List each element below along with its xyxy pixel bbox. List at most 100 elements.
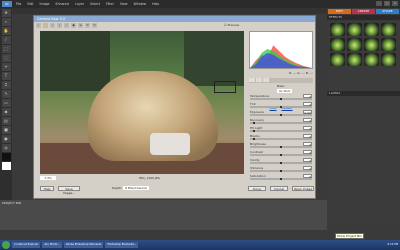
menu-enhance[interactable]: Enhance (56, 2, 70, 6)
slider-knob[interactable] (280, 161, 282, 164)
sponge-tool-icon[interactable]: ◍ (1, 144, 11, 152)
menu-view[interactable]: View (120, 2, 128, 6)
tab-basic[interactable] (249, 78, 255, 82)
tab-share[interactable]: SHARE (376, 9, 399, 14)
slider-value-input[interactable]: 0 (303, 150, 312, 155)
effect-thumbnail[interactable] (347, 38, 362, 51)
menu-help[interactable]: Help (152, 2, 159, 6)
depth-control[interactable]: Depth: 8 Bits/Channel (112, 186, 149, 190)
lasso-tool-icon[interactable]: ◌ (1, 54, 11, 62)
done-button[interactable]: Done (248, 186, 266, 191)
slider-knob[interactable] (280, 113, 282, 116)
tab-edit[interactable]: EDIT (328, 9, 351, 14)
slider-knob[interactable] (280, 177, 282, 180)
zoom-level[interactable]: 7.4% (40, 176, 56, 180)
cancel-button[interactable]: Cancel (270, 186, 288, 191)
start-button[interactable] (2, 241, 10, 249)
menu-select[interactable]: Select (90, 2, 100, 6)
layers-panel-header[interactable]: LAYERS (327, 91, 400, 96)
slider-knob[interactable] (280, 145, 282, 148)
slider-knob[interactable] (280, 97, 282, 100)
effect-thumbnail[interactable] (330, 38, 345, 51)
slider-track[interactable] (250, 122, 312, 124)
menu-image[interactable]: Image (40, 2, 50, 6)
depth-select[interactable]: 8 Bits/Channel (123, 186, 149, 190)
menu-layer[interactable]: Layer (75, 2, 84, 6)
taskbar-item[interactable]: Photoshop Elements... (105, 242, 139, 248)
effect-thumbnail[interactable] (381, 23, 396, 36)
marquee-tool-icon[interactable]: ⬚ (1, 45, 11, 53)
slider-value-input[interactable]: 0 (303, 174, 312, 179)
menu-filter[interactable]: Filter (106, 2, 114, 6)
menu-edit[interactable]: Edit (27, 2, 33, 6)
white-balance-icon[interactable]: ⁄ (50, 23, 55, 28)
effect-thumbnail[interactable] (364, 38, 379, 51)
shape-tool-icon[interactable]: ■ (1, 126, 11, 134)
crop-tool-icon[interactable]: ⌗ (1, 81, 11, 89)
menu-window[interactable]: Window (133, 2, 146, 6)
slider-knob[interactable] (280, 105, 282, 108)
slider-value-input[interactable]: 0 (303, 158, 312, 163)
menu-file[interactable]: File (16, 2, 21, 6)
move-tool-icon[interactable]: ✥ (1, 9, 11, 17)
taskbar-item[interactable]: ALL Photo... (42, 242, 62, 248)
tab-create[interactable]: CREATE (352, 9, 375, 14)
red-eye-icon[interactable]: ◉ (71, 23, 76, 28)
slider-track[interactable] (250, 138, 312, 140)
bucket-tool-icon[interactable]: ◆ (1, 108, 11, 116)
hand-tool-icon[interactable]: ✋ (1, 27, 11, 35)
slider-knob[interactable] (280, 169, 282, 172)
eraser-tool-icon[interactable]: ▭ (1, 99, 11, 107)
preview-checkbox[interactable]: ☑ Preview (224, 23, 239, 27)
taskbar-item[interactable]: Adobe Photoshop Elements (63, 242, 104, 248)
slider-value-input[interactable]: 0 (303, 134, 312, 139)
project-bin-label[interactable]: PROJECT BIN (2, 201, 21, 205)
save-image-button[interactable]: Save Image... (58, 186, 80, 195)
slider-track[interactable] (250, 130, 312, 132)
help-button[interactable]: Help (40, 186, 54, 191)
hand-icon[interactable]: ✋ (43, 23, 48, 28)
effect-thumbnail[interactable] (364, 53, 379, 66)
effect-thumbnail[interactable] (347, 23, 362, 36)
slider-value-input[interactable]: 0.00 (303, 110, 312, 115)
preferences-icon[interactable]: ≡ (78, 23, 83, 28)
open-image-button[interactable]: Open Image (292, 186, 314, 191)
text-tool-icon[interactable]: T (1, 72, 11, 80)
white-balance-select[interactable]: As Shot (277, 89, 293, 93)
rotate-right-icon[interactable]: ↻ (92, 23, 97, 28)
crop-icon[interactable]: ⌗ (57, 23, 62, 28)
slider-knob[interactable] (253, 129, 255, 132)
slider-value-input[interactable]: 0 (303, 126, 312, 131)
tab-camera-calibration[interactable] (263, 78, 269, 82)
effect-thumbnail[interactable] (381, 53, 396, 66)
slider-value-input[interactable]: 0 (303, 102, 312, 107)
straighten-icon[interactable]: ⟋ (64, 23, 69, 28)
gradient-tool-icon[interactable]: ▤ (1, 117, 11, 125)
taskbar-item[interactable]: 2 Internet Explorer (12, 242, 41, 248)
slider-value-input[interactable]: 0 (303, 118, 312, 123)
maximize-button[interactable]: □ (384, 1, 390, 6)
rotate-left-icon[interactable]: ↺ (85, 23, 90, 28)
close-button[interactable]: × (392, 1, 398, 6)
background-color-swatch[interactable] (1, 162, 11, 170)
minimize-button[interactable]: – (376, 1, 382, 6)
effect-thumbnail[interactable] (381, 38, 396, 51)
zoom-icon[interactable]: ⌕ (36, 23, 41, 28)
slider-knob[interactable] (253, 121, 255, 124)
slider-value-input[interactable]: 0 (303, 94, 312, 99)
effect-thumbnail[interactable] (330, 53, 345, 66)
eyedropper-tool-icon[interactable]: ⁄ (1, 36, 11, 44)
magic-wand-tool-icon[interactable]: ✦ (1, 63, 11, 71)
tab-detail[interactable] (256, 78, 262, 82)
blur-tool-icon[interactable]: ● (1, 135, 11, 143)
effect-thumbnail[interactable] (330, 23, 345, 36)
foreground-color-swatch[interactable] (1, 153, 11, 161)
effect-thumbnail[interactable] (364, 23, 379, 36)
slider-value-input[interactable]: 0 (303, 142, 312, 147)
slider-value-input[interactable]: 0 (303, 166, 312, 171)
image-preview[interactable] (40, 31, 244, 174)
slider-knob[interactable] (253, 137, 255, 140)
slider-knob[interactable] (280, 153, 282, 156)
brush-tool-icon[interactable]: ✎ (1, 90, 11, 98)
zoom-tool-icon[interactable]: ⌕ (1, 18, 11, 26)
